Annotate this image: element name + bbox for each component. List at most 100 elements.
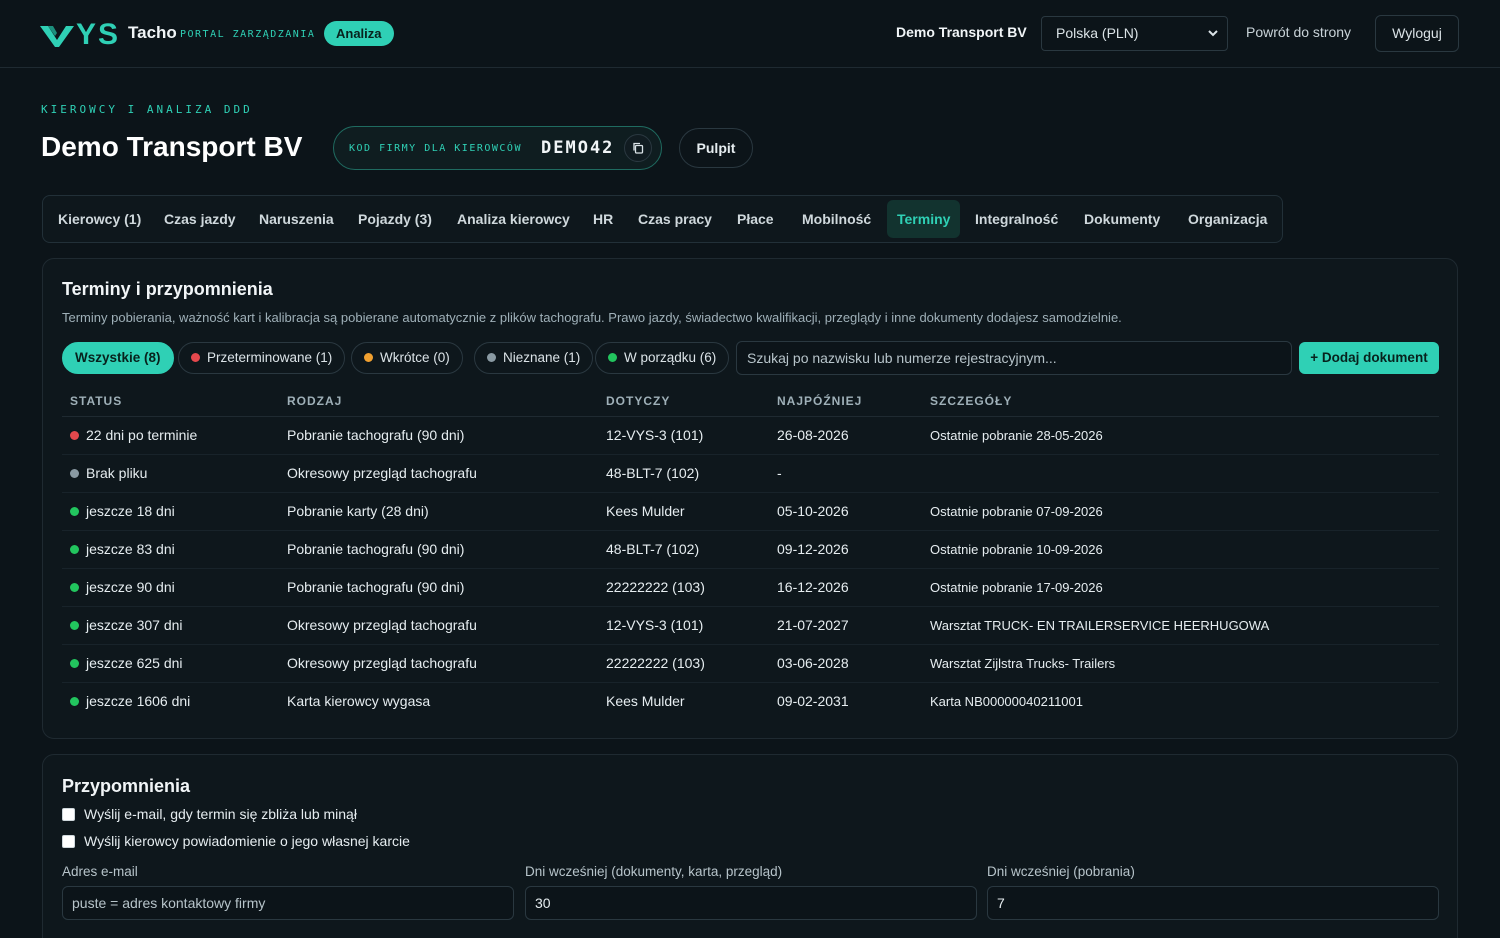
filter-ok[interactable]: W porządku (6) [595, 342, 730, 374]
status-dot-icon [70, 545, 79, 554]
status-dot-orange-icon [364, 353, 373, 362]
tab-mobility[interactable]: Mobilność [802, 200, 871, 238]
subject-cell: 22222222 (103) [606, 579, 705, 595]
status-dot-icon [70, 431, 79, 440]
status-dot-icon [70, 659, 79, 668]
status-dot-icon [70, 697, 79, 706]
reminders-card: Przypomnienia Wyślij e-mail, gdy termin … [42, 754, 1458, 938]
subject-cell: Kees Mulder [606, 693, 685, 709]
subject-cell: Kees Mulder [606, 503, 685, 519]
header-company-name: Demo Transport BV [896, 24, 1027, 40]
driver-notify-checkbox[interactable] [62, 834, 75, 848]
days-downloads-field[interactable] [987, 886, 1439, 920]
deadline-cell: 09-12-2026 [777, 541, 849, 557]
tab-deadlines[interactable]: Terminy [887, 200, 961, 238]
tab-vehicles[interactable]: Pojazdy (3) [358, 200, 432, 238]
email-reminder-label: Wyślij e-mail, gdy termin się zbliża lub… [84, 806, 357, 822]
country-select[interactable]: Polska (PLN) [1041, 16, 1228, 51]
subject-cell: 12-VYS-3 (101) [606, 427, 704, 443]
kind-cell: Pobranie tachografu (90 dni) [287, 541, 465, 557]
copy-code-button[interactable] [624, 134, 652, 162]
deadlines-card: Terminy i przypomnienia Terminy pobieran… [42, 258, 1458, 739]
filter-unknown[interactable]: Nieznane (1) [474, 342, 594, 374]
logout-button[interactable]: Wyloguj [1375, 15, 1459, 52]
section-tabs: Kierowcy (1) Czas jazdy Naruszenia Pojaz… [42, 195, 1283, 243]
status-text: jeszcze 83 dni [86, 541, 175, 557]
table-row[interactable]: jeszcze 18 dni Pobranie karty (28 dni) K… [62, 493, 1439, 531]
tab-payroll[interactable]: Płace [737, 200, 774, 238]
deadline-cell: 26-08-2026 [777, 427, 849, 443]
status-dot-icon [70, 621, 79, 630]
driver-notify-label: Wyślij kierowcy powiadomienie o jego wła… [84, 833, 410, 849]
deadline-cell: - [777, 465, 782, 481]
reminders-title: Przypomnienia [62, 776, 191, 796]
email-reminder-checkbox[interactable] [62, 807, 75, 821]
details-cell: Ostatnie pobranie 10-09-2026 [930, 542, 1103, 557]
email-reminder-option[interactable]: Wyślij e-mail, gdy termin się zbliża lub… [62, 806, 357, 822]
driver-notify-option[interactable]: Wyślij kierowcy powiadomienie o jego wła… [62, 833, 410, 849]
details-cell: Ostatnie pobranie 07-09-2026 [930, 504, 1103, 519]
days-docs-field[interactable] [525, 886, 977, 920]
status-text: jeszcze 90 dni [86, 579, 175, 595]
table-row[interactable]: jeszcze 625 dni Okresowy przegląd tachog… [62, 645, 1439, 683]
copy-icon [633, 142, 644, 154]
table-row[interactable]: jeszcze 83 dni Pobranie tachografu (90 d… [62, 531, 1439, 569]
status-cell: jeszcze 1606 dni [70, 693, 190, 709]
filter-all-label: Wszystkie (8) [75, 350, 161, 365]
tab-work-time[interactable]: Czas pracy [638, 200, 712, 238]
table-row[interactable]: jeszcze 90 dni Pobranie tachografu (90 d… [62, 569, 1439, 607]
deadlines-description: Terminy pobierania, ważność kart i kalib… [62, 310, 1122, 325]
subject-cell: 48-BLT-7 (102) [606, 465, 700, 481]
tab-organization[interactable]: Organizacja [1188, 200, 1267, 238]
kind-cell: Pobranie karty (28 dni) [287, 503, 429, 519]
kind-cell: Okresowy przegląd tachografu [287, 655, 477, 671]
back-to-site-link[interactable]: Powrót do strony [1246, 24, 1351, 40]
dashboard-button[interactable]: Pulpit [679, 128, 753, 168]
tab-driving-time[interactable]: Czas jazdy [164, 200, 236, 238]
filter-unknown-label: Nieznane (1) [503, 350, 581, 365]
column-header-status: STATUS [70, 394, 123, 408]
company-code-label: KOD FIRMY DLA KIEROWCÓW [349, 143, 522, 154]
deadline-cell: 03-06-2028 [777, 655, 849, 671]
tab-driver-analysis[interactable]: Analiza kierowcy [457, 200, 570, 238]
filter-overdue[interactable]: Przeterminowane (1) [178, 342, 346, 374]
subject-cell: 22222222 (103) [606, 655, 705, 671]
status-dot-grey-icon [487, 353, 496, 362]
filter-soon[interactable]: Wkrótce (0) [351, 342, 463, 374]
kind-cell: Karta kierowcy wygasa [287, 693, 431, 709]
top-navigation-bar: YS Tacho PORTAL ZARZĄDZANIA Analiza Demo… [0, 0, 1500, 68]
country-select-value: Polska (PLN) [1056, 25, 1139, 41]
deadline-cell: 16-12-2026 [777, 579, 849, 595]
add-document-button[interactable]: + Dodaj dokument [1299, 342, 1439, 374]
kind-cell: Okresowy przegląd tachografu [287, 465, 477, 481]
status-cell: jeszcze 90 dni [70, 579, 175, 595]
brand-logo[interactable]: YS [40, 20, 120, 50]
table-row[interactable]: jeszcze 307 dni Okresowy przegląd tachog… [62, 607, 1439, 645]
table-row[interactable]: 22 dni po terminie Pobranie tachografu (… [62, 417, 1439, 455]
filter-all[interactable]: Wszystkie (8) [62, 342, 174, 374]
details-cell: Ostatnie pobranie 28-05-2026 [930, 428, 1103, 443]
deadlines-search-input[interactable] [736, 341, 1292, 375]
tab-hr[interactable]: HR [593, 200, 613, 238]
status-cell: jeszcze 307 dni [70, 617, 183, 633]
column-header-subject: DOTYCZY [606, 394, 671, 408]
tab-violations[interactable]: Naruszenia [259, 200, 334, 238]
company-code-value: DEMO42 [541, 138, 615, 158]
tab-drivers[interactable]: Kierowcy (1) [58, 200, 141, 238]
status-cell: jeszcze 83 dni [70, 541, 175, 557]
tab-integrity[interactable]: Integralność [975, 200, 1058, 238]
tab-documents[interactable]: Dokumenty [1084, 200, 1160, 238]
table-row[interactable]: jeszcze 1606 dni Karta kierowcy wygasa K… [62, 683, 1439, 721]
filter-soon-label: Wkrótce (0) [380, 350, 450, 365]
logo-v-icon [40, 26, 74, 47]
status-cell: jeszcze 625 dni [70, 655, 183, 671]
email-field[interactable] [62, 886, 514, 920]
status-dot-icon [70, 469, 79, 478]
days-docs-label: Dni wcześniej (dokumenty, karta, przeglą… [525, 864, 783, 879]
status-cell: jeszcze 18 dni [70, 503, 175, 519]
status-text: 22 dni po terminie [86, 427, 198, 443]
page-eyebrow: KIEROWCY I ANALIZA DDD [41, 103, 253, 116]
deadlines-title: Terminy i przypomnienia [62, 279, 273, 299]
table-row[interactable]: Brak pliku Okresowy przegląd tachografu … [62, 455, 1439, 493]
company-code-pill: KOD FIRMY DLA KIEROWCÓW DEMO42 [333, 126, 662, 170]
